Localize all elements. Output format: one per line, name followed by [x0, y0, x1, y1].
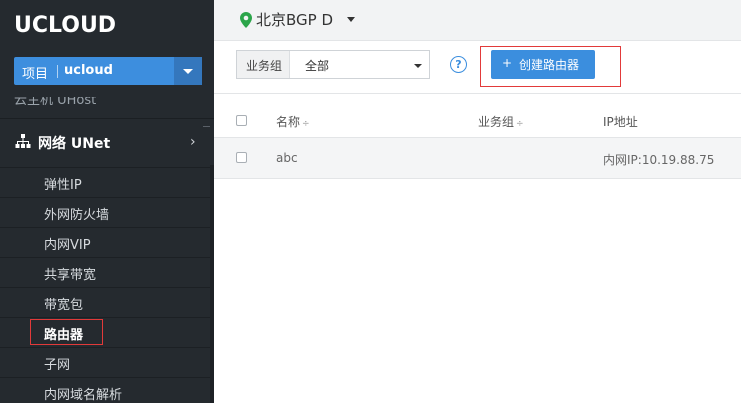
sort-icon: ÷ — [516, 119, 524, 129]
ucloud-logo[interactable]: UCLOUD — [14, 13, 116, 38]
chevron-down-icon — [183, 69, 193, 74]
chevron-down-icon — [414, 64, 422, 68]
plus-icon: + — [502, 56, 513, 70]
sidebar-item-label: 外网防火墙 — [44, 208, 110, 223]
sidebar-item-eip[interactable]: 弹性IP — [0, 167, 214, 197]
help-icon[interactable]: ? — [450, 56, 467, 73]
sidebar-item-label: 内网VIP — [44, 238, 91, 253]
project-selector[interactable]: 项目 ucloud — [14, 57, 202, 85]
sidebar-item-label: 路由器 — [44, 328, 84, 343]
sidebar-section-title: 网络 UNet — [38, 136, 111, 152]
project-separator — [57, 65, 58, 78]
router-ip: 内网IP:10.19.88.75 — [603, 153, 715, 167]
sidebar-item-clipped[interactable]: 云主机 UHost — [14, 97, 204, 105]
row-checkbox[interactable] — [236, 152, 247, 163]
column-header-name[interactable]: 名称 ÷ — [276, 113, 310, 130]
sidebar-section-unet[interactable]: 网络 UNet › — [0, 119, 214, 165]
select-all-checkbox[interactable] — [236, 115, 247, 126]
sidebar-item-firewall[interactable]: 外网防火墙 — [0, 197, 214, 227]
sidebar-scrollbar-track[interactable] — [210, 165, 214, 403]
sidebar-item-bandwidth-package[interactable]: 带宽包 — [0, 287, 214, 317]
sort-icon: ÷ — [302, 119, 310, 129]
sidebar-item-clipped-label: 云主机 UHost — [14, 97, 97, 105]
network-icon — [15, 134, 31, 148]
sidebar-item-subnet[interactable]: 子网 — [0, 347, 214, 377]
business-group-select[interactable]: 业务组 全部 — [236, 50, 430, 79]
project-value: ucloud — [64, 63, 113, 78]
chevron-down-icon[interactable] — [347, 17, 355, 22]
region-bar: 北京BGP D — [214, 0, 741, 41]
sidebar-item-vip[interactable]: 内网VIP — [0, 227, 214, 257]
column-header-label: 名称 — [276, 115, 301, 129]
sidebar-nav: 弹性IP 外网防火墙 内网VIP 共享带宽 带宽包 路由器 子网 内网域名解析 — [0, 167, 214, 403]
table-row[interactable]: abc 内网IP:10.19.88.75 — [214, 138, 741, 179]
sidebar-item-private-dns[interactable]: 内网域名解析 — [0, 377, 214, 403]
sidebar-item-label: 弹性IP — [44, 178, 82, 193]
create-router-label: 创建路由器 — [519, 58, 580, 72]
business-group-label-box: 业务组 — [237, 51, 290, 78]
sidebar-item-label: 子网 — [44, 358, 71, 373]
sidebar-item-label: 内网域名解析 — [44, 388, 123, 403]
location-pin-icon — [240, 12, 252, 28]
sidebar: UCLOUD 项目 ucloud 云主机 UHost 网络 UNet › 弹性I… — [0, 0, 214, 403]
column-header-group[interactable]: 业务组 ÷ — [478, 113, 524, 130]
sidebar-item-label: 带宽包 — [44, 298, 84, 313]
sidebar-item-label: 共享带宽 — [44, 268, 97, 283]
table-header: 名称 ÷ 业务组 ÷ IP地址 — [214, 103, 741, 138]
project-label: 项目 — [22, 67, 49, 82]
business-group-label: 业务组 — [246, 59, 283, 73]
business-group-value: 全部 — [305, 59, 330, 73]
sidebar-item-shared-bandwidth[interactable]: 共享带宽 — [0, 257, 214, 287]
chevron-right-icon: › — [190, 134, 196, 150]
region-selector[interactable]: 北京BGP D — [256, 9, 333, 30]
router-name[interactable]: abc — [276, 151, 298, 165]
create-router-button[interactable]: + 创建路由器 — [491, 50, 595, 79]
scrollbar-indicator[interactable] — [203, 126, 210, 127]
sidebar-item-router[interactable]: 路由器 — [0, 317, 214, 347]
column-header-label: 业务组 — [478, 115, 515, 129]
filter-toolbar: 业务组 全部 ? + 创建路由器 — [214, 41, 741, 94]
column-header-ip: IP地址 — [603, 115, 638, 129]
project-dropdown-toggle[interactable] — [174, 57, 202, 85]
